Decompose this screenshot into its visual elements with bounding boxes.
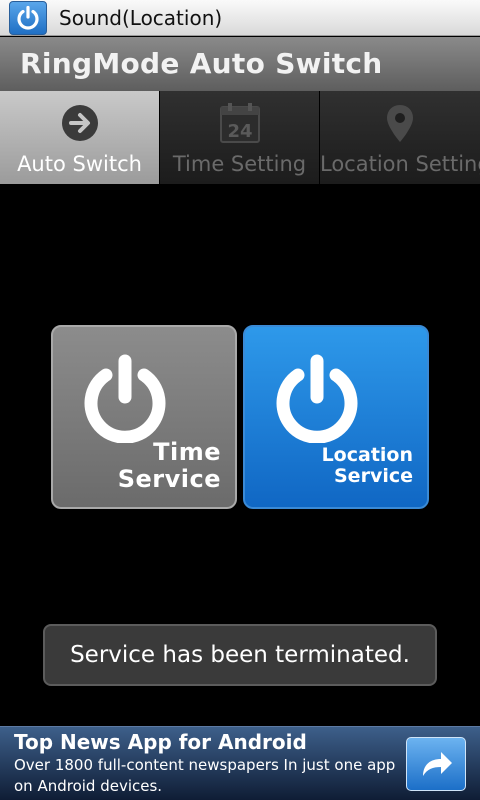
tab-label: Time Setting	[172, 152, 307, 176]
app-header: RingMode Auto Switch	[0, 37, 480, 91]
ad-title: Top News App for Android	[14, 730, 307, 754]
power-icon	[17, 5, 39, 30]
toast-message: Service has been terminated.	[70, 642, 410, 668]
arrow-right-icon	[62, 105, 98, 141]
time-service-button[interactable]: Time Service	[51, 325, 237, 509]
location-service-label: Location Service	[321, 444, 413, 487]
location-pin-icon	[387, 105, 413, 142]
app-icon	[9, 1, 47, 35]
tab-bar: Auto Switch 24 Time Setting Location Set…	[0, 91, 480, 184]
time-service-label: Time Service	[117, 438, 221, 493]
ad-open-button[interactable]	[406, 737, 466, 791]
calendar-day-text: 24	[227, 121, 252, 142]
window-title: Sound(Location)	[59, 6, 223, 30]
title-bar: Sound(Location)	[0, 0, 480, 36]
tab-time-setting[interactable]: 24 Time Setting	[160, 91, 320, 184]
ad-body: Over 1800 full-content newspapers In jus…	[14, 756, 396, 795]
power-icon	[84, 354, 166, 443]
calendar-icon: 24	[220, 103, 260, 143]
toast-notification: Service has been terminated.	[43, 624, 437, 686]
power-icon	[276, 354, 358, 443]
tab-auto-switch[interactable]: Auto Switch	[0, 91, 160, 184]
tab-location-setting[interactable]: Location Setting	[320, 91, 480, 184]
share-arrow-icon	[423, 752, 452, 776]
screen: Sound(Location) RingMode Auto Switch Aut…	[0, 0, 480, 800]
ad-banner[interactable]: Top News App for Android Over 1800 full-…	[0, 726, 480, 800]
tab-label: Auto Switch	[17, 152, 142, 176]
tab-label: Location Setting	[320, 152, 480, 176]
location-service-button[interactable]: Location Service	[243, 325, 429, 509]
app-title: RingMode Auto Switch	[20, 47, 383, 80]
